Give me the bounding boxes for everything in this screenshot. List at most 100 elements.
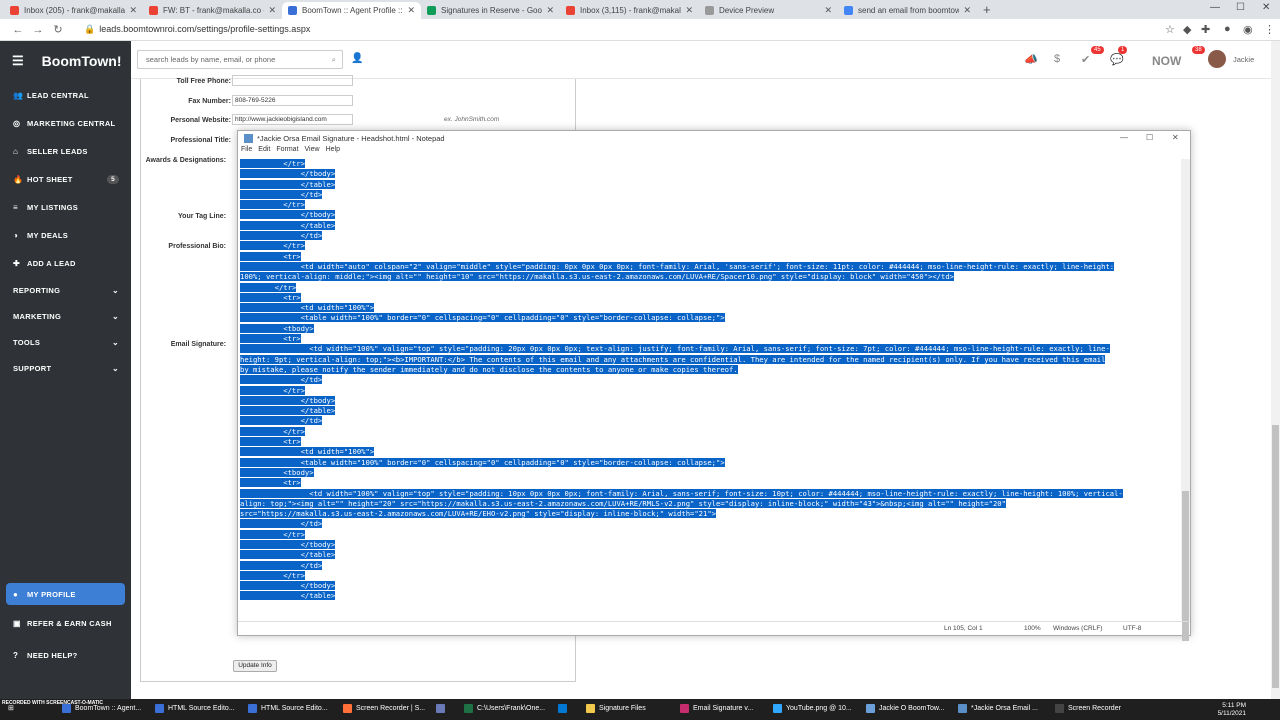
- browser-tab[interactable]: FW: BT - frank@makalla.co - Mail ✕: [143, 2, 282, 19]
- browser-tab[interactable]: Inbox (205) - frank@makalla.co - Mail✕: [4, 2, 143, 19]
- sidebar-item-my-profile[interactable]: ● MY PROFILE: [6, 583, 125, 605]
- taskbar-app-icon: [1055, 704, 1064, 713]
- browser-tab[interactable]: send an email from boomtown ✕: [838, 2, 977, 19]
- avatar[interactable]: [1208, 50, 1226, 68]
- fax-label: Fax Number:: [188, 98, 231, 105]
- sidebar-item-refer-earn-cash[interactable]: ▣ REFER & EARN CASH: [0, 609, 131, 637]
- star-icon[interactable]: ☆: [1165, 23, 1175, 36]
- clock[interactable]: 5:11 PM 5/11/2021: [1218, 702, 1246, 718]
- lock-icon: 🔒: [84, 24, 96, 34]
- add-person-icon: ✚: [13, 258, 21, 268]
- taskbar-item[interactable]: Screen Recorder: [1055, 704, 1121, 713]
- profile-icon[interactable]: ◉: [1243, 23, 1253, 36]
- sidebar-section-support[interactable]: SUPPORT ⌄: [0, 355, 131, 381]
- logo[interactable]: ☰ BoomTown!: [0, 41, 131, 81]
- reload-icon[interactable]: ↻: [48, 23, 68, 36]
- encoding: UTF-8: [1123, 625, 1142, 632]
- sidebar-item-my-listings[interactable]: ≡ MY LISTINGS: [0, 193, 131, 221]
- notepad-text-area[interactable]: </tr> </tbody> </table> </td> </tr> </tb…: [240, 159, 1182, 620]
- tab-close-icon[interactable]: ✕: [129, 5, 137, 16]
- window-maximize-icon[interactable]: ☐: [1236, 2, 1245, 13]
- taskbar-item[interactable]: Screen Recorder | S...: [343, 704, 425, 713]
- menu-help[interactable]: Help: [326, 146, 340, 157]
- url-field[interactable]: 🔒 leads.boomtownroi.com/settings/profile-…: [84, 24, 310, 35]
- update-info-button[interactable]: Update Info: [233, 660, 277, 672]
- sidebar-section-marketing[interactable]: MARKETING ⌄: [0, 303, 131, 329]
- taskbar-item[interactable]: YouTube.png @ 10...: [773, 704, 852, 713]
- menu-view[interactable]: View: [305, 146, 320, 157]
- tagline-label: Your Tag Line:: [178, 213, 226, 220]
- page-scroll-thumb[interactable]: [1272, 425, 1279, 688]
- menu-dots-icon[interactable]: ⋮: [1264, 23, 1275, 36]
- code-line: </table>: [240, 220, 1182, 231]
- browser-tab[interactable]: Device Preview ✕: [699, 2, 838, 19]
- taskbar-app-icon: [586, 704, 595, 713]
- new-tab-icon[interactable]: +: [983, 2, 991, 17]
- taskbar-item[interactable]: Email Signature v...: [680, 704, 753, 713]
- tab-close-icon[interactable]: ✕: [824, 5, 832, 16]
- close-icon[interactable]: ✕: [1172, 133, 1179, 142]
- code-line: </tr>: [240, 426, 1182, 437]
- add-user-icon[interactable]: 👤: [351, 53, 363, 64]
- taskbar-item[interactable]: Signature Files: [586, 704, 646, 713]
- sidebar-item-my-deals[interactable]: ◑ MY DEALS: [0, 221, 131, 249]
- sidebar-section-reporting[interactable]: REPORTING ⌄: [0, 277, 131, 303]
- sidebar-item-seller-leads[interactable]: ⌂ SELLER LEADS: [0, 137, 131, 165]
- maximize-icon[interactable]: ☐: [1146, 133, 1153, 142]
- search-input[interactable]: search leads by name, email, or phone ⌕: [137, 50, 343, 69]
- taskbar-item[interactable]: [436, 704, 449, 713]
- sidebar-item-marketing-central[interactable]: ◎ MARKETING CENTRAL: [0, 109, 131, 137]
- taskbar-item[interactable]: C:\Users\Frank\One...: [464, 704, 545, 713]
- hamburger-icon[interactable]: ☰: [12, 53, 24, 69]
- tab-close-icon[interactable]: ✕: [407, 5, 415, 16]
- tab-close-icon[interactable]: ✕: [963, 5, 971, 16]
- forward-icon[interactable]: →: [28, 24, 48, 36]
- chevron-down-icon: ⌄: [111, 363, 119, 373]
- tab-favicon-icon: [149, 6, 158, 15]
- menu-format[interactable]: Format: [276, 146, 298, 157]
- sidebar-item-label: MY DEALS: [27, 230, 69, 240]
- taskbar-item[interactable]: Jackie O BoomTow...: [866, 704, 944, 713]
- website-field[interactable]: http://www.jackieobigisland.com: [232, 114, 353, 125]
- sidebar-item-label: MY LISTINGS: [27, 202, 79, 212]
- back-icon[interactable]: ←: [8, 24, 28, 36]
- tab-close-icon[interactable]: ✕: [685, 5, 693, 16]
- dollar-icon[interactable]: $: [1054, 53, 1060, 65]
- tab-close-icon[interactable]: ✕: [546, 5, 554, 16]
- minimize-icon[interactable]: —: [1120, 133, 1128, 142]
- taskbar-item[interactable]: [558, 704, 571, 713]
- browser-tab[interactable]: Inbox (3,115) - frank@makalla.co ✕: [560, 2, 699, 19]
- browser-tab[interactable]: BoomTown :: Agent Profile :: Jackie ✕: [282, 2, 421, 19]
- browser-tab[interactable]: Signatures in Reserve - Google Sheets ✕: [421, 2, 560, 19]
- code-line: </td>: [240, 560, 1182, 571]
- fax-field[interactable]: 808-769-5226: [232, 95, 353, 106]
- browser-tab-bar: Inbox (205) - frank@makalla.co - Mail✕FW…: [0, 0, 1280, 19]
- extension2-icon[interactable]: ●: [1224, 23, 1231, 35]
- now-button[interactable]: NOW: [1152, 54, 1181, 68]
- sidebar-item-need-help-[interactable]: ? NEED HELP?: [0, 641, 131, 669]
- sidebar-item-add-a-lead[interactable]: ✚ ADD A LEAD: [0, 249, 131, 277]
- sidebar-item-lead-central[interactable]: 👥 LEAD CENTRAL: [0, 81, 131, 109]
- taskbar-item[interactable]: HTML Source Edito...: [248, 704, 328, 713]
- puzzle-icon[interactable]: ✚: [1201, 23, 1210, 36]
- taskbar-item[interactable]: *Jackie Orsa Email ...: [958, 704, 1038, 713]
- user-name[interactable]: Jackie: [1233, 55, 1254, 64]
- search-icon[interactable]: ⌕: [332, 51, 336, 68]
- chat-icon[interactable]: 💬: [1110, 53, 1124, 66]
- check-icon[interactable]: ✔: [1081, 53, 1090, 66]
- notepad-scrollbar[interactable]: [1181, 159, 1190, 641]
- tab-close-icon[interactable]: ✕: [268, 5, 276, 16]
- sidebar-item-label: ADD A LEAD: [27, 258, 76, 268]
- menu-edit[interactable]: Edit: [258, 146, 270, 157]
- taskbar-item[interactable]: HTML Source Edito...: [155, 704, 235, 713]
- notepad-scroll-thumb[interactable]: [1182, 491, 1189, 641]
- menu-file[interactable]: File: [241, 146, 252, 157]
- sidebar-section-tools[interactable]: TOOLS ⌄: [0, 329, 131, 355]
- megaphone-icon[interactable]: 📣: [1024, 53, 1038, 66]
- extension-icon[interactable]: ◆: [1183, 23, 1191, 36]
- window-minimize-icon[interactable]: —: [1210, 2, 1220, 13]
- sidebar-item-hot-sheet[interactable]: 🔥 HOT SHEET 5: [0, 165, 131, 193]
- notepad-titlebar[interactable]: *Jackie Orsa Email Signature - Headshot.…: [238, 131, 1190, 146]
- window-close-icon[interactable]: ✕: [1262, 2, 1270, 13]
- toll-free-field[interactable]: [232, 75, 353, 86]
